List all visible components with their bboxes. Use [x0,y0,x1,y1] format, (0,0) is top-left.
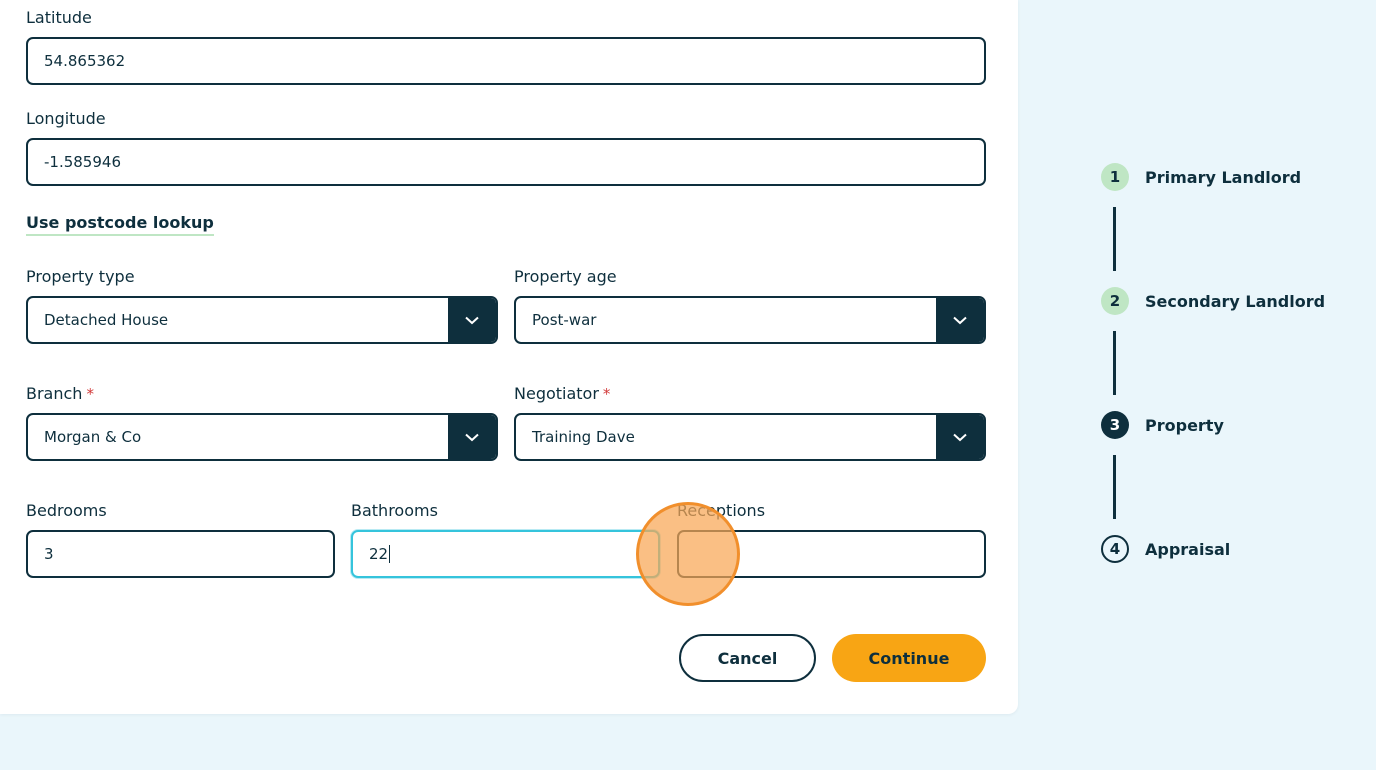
step-property[interactable]: 3 Property [1101,411,1224,439]
step-label: Appraisal [1145,539,1231,559]
property-age-value: Post-war [532,311,597,329]
property-type-label: Property type [26,267,135,286]
negotiator-value: Training Dave [532,428,635,446]
cancel-button[interactable]: Cancel [679,634,816,682]
negotiator-select[interactable]: Training Dave [514,413,986,461]
required-marker: * [602,385,611,403]
step-primary-landlord[interactable]: 1 Primary Landlord [1101,163,1301,191]
latitude-label: Latitude [26,8,92,27]
property-type-value: Detached House [44,311,169,329]
property-age-select[interactable]: Post-war [514,296,986,344]
negotiator-label: Negotiator * [514,384,610,403]
longitude-input[interactable]: -1.585946 [26,138,986,186]
step-connector [1113,207,1116,271]
chevron-down-icon [448,415,496,459]
bedrooms-input[interactable]: 3 [26,530,335,578]
receptions-label: Receptions [677,501,766,520]
property-age-label: Property age [514,267,617,286]
latitude-input[interactable]: 54.865362 [26,37,986,85]
longitude-value: -1.585946 [44,153,121,171]
bedrooms-value: 3 [44,545,54,563]
step-connector [1113,455,1116,519]
required-marker: * [86,385,94,403]
bathrooms-value: 22 [369,545,389,563]
step-label: Primary Landlord [1145,167,1302,187]
step-connector [1113,331,1116,395]
step-number: 4 [1101,535,1129,563]
branch-label: Branch * [26,384,94,403]
longitude-label: Longitude [26,109,106,128]
branch-label-text: Branch [26,384,83,403]
step-number: 2 [1101,287,1129,315]
property-form-card: Latitude 54.865362 Longitude -1.585946 U… [0,0,1018,714]
property-type-select[interactable]: Detached House [26,296,498,344]
negotiator-label-text: Negotiator [514,384,599,403]
postcode-lookup-link[interactable]: Use postcode lookup [26,213,214,236]
bathrooms-input[interactable]: 22 [351,530,660,578]
chevron-down-icon [936,415,984,459]
step-secondary-landlord[interactable]: 2 Secondary Landlord [1101,287,1325,315]
step-number: 1 [1101,163,1129,191]
latitude-value: 54.865362 [44,52,126,70]
receptions-input[interactable] [677,530,986,578]
continue-button[interactable]: Continue [832,634,986,682]
chevron-down-icon [448,298,496,342]
bathrooms-label: Bathrooms [351,501,438,520]
chevron-down-icon [936,298,984,342]
step-number: 3 [1101,411,1129,439]
step-appraisal[interactable]: 4 Appraisal [1101,535,1230,563]
step-label: Secondary Landlord [1145,291,1326,311]
step-label: Property [1145,415,1224,435]
text-cursor [389,545,391,563]
branch-select[interactable]: Morgan & Co [26,413,498,461]
branch-value: Morgan & Co [44,428,142,446]
bedrooms-label: Bedrooms [26,501,107,520]
